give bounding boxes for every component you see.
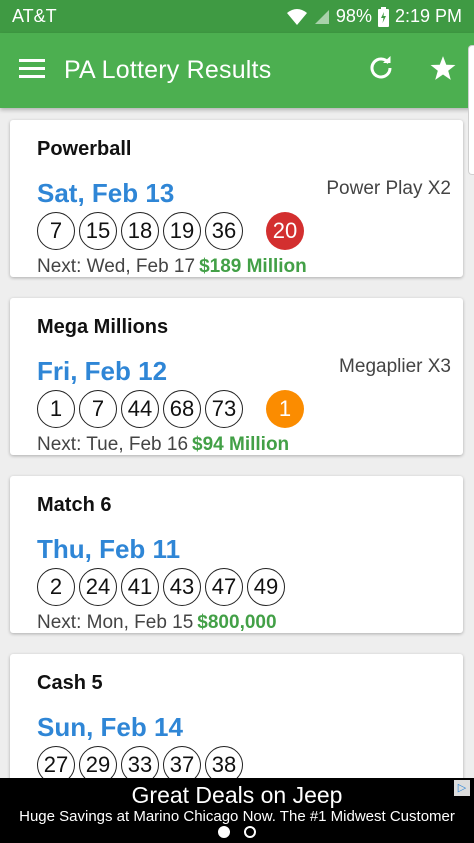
- multiplier-label: Megaplier X3: [339, 356, 451, 377]
- ad-body[interactable]: Huge Savings at Marino Chicago Now. The …: [0, 808, 474, 825]
- number-ball: 47: [205, 568, 243, 606]
- number-ball: 2: [37, 568, 75, 606]
- carrier-label: AT&T: [12, 6, 57, 26]
- battery-label: 98%: [335, 6, 372, 26]
- lottery-card-powerball[interactable]: Powerball Sat, Feb 13 Power Play X2 7 15…: [10, 120, 463, 277]
- menu-button[interactable]: [0, 33, 64, 108]
- lottery-card-match-6[interactable]: Match 6 Thu, Feb 11 2 24 41 43 47 49 Nex…: [10, 476, 463, 633]
- powerball-ball: 20: [266, 212, 304, 250]
- draw-date: Sun, Feb 14: [37, 712, 183, 742]
- number-ball: 44: [121, 390, 159, 428]
- number-ball: 43: [163, 568, 201, 606]
- number-ball: 37: [163, 746, 201, 778]
- number-ball: 29: [79, 746, 117, 778]
- status-icons: 98% 2:19 PM: [286, 6, 462, 27]
- winning-numbers: 7 15 18 19 36 20: [37, 212, 304, 250]
- clock-label: 2:19 PM: [394, 6, 462, 26]
- number-ball: 19: [163, 212, 201, 250]
- number-ball: 73: [205, 390, 243, 428]
- next-draw-date: Next: Mon, Feb 15: [37, 612, 194, 633]
- app-title: PA Lottery Results: [64, 56, 272, 84]
- ad-banner[interactable]: Great Deals on Jeep Huge Savings at Mari…: [0, 778, 474, 843]
- app-bar: PA Lottery Results: [0, 33, 474, 108]
- multiplier-label: Power Play X2: [326, 178, 451, 199]
- status-bar: AT&T 98% 2:19 PM: [0, 0, 474, 33]
- draw-date: Thu, Feb 11: [37, 534, 181, 564]
- number-ball: 41: [121, 568, 159, 606]
- number-ball: 15: [79, 212, 117, 250]
- hamburger-menu-icon: [19, 58, 45, 83]
- favorites-button[interactable]: [412, 33, 474, 108]
- number-ball: 18: [121, 212, 159, 250]
- game-title: Cash 5: [37, 672, 103, 694]
- ad-choices-icon[interactable]: ▷: [454, 780, 470, 796]
- next-draw: Next: Tue, Feb 16 $94 Million: [37, 434, 289, 456]
- game-title: Mega Millions: [37, 316, 169, 338]
- lottery-card-cash-5[interactable]: Cash 5 Sun, Feb 14 27 29 33 37 38: [10, 654, 463, 778]
- battery-icon: [377, 6, 389, 27]
- number-ball: 33: [121, 746, 159, 778]
- game-title: Powerball: [37, 138, 132, 160]
- next-draw-date: Next: Tue, Feb 16: [37, 434, 189, 455]
- next-draw: Next: Mon, Feb 15 $800,000: [37, 612, 277, 634]
- refresh-icon: [369, 56, 393, 85]
- megaball-ball: 1: [266, 390, 304, 428]
- next-draw: Next: Wed, Feb 17 $189 Million: [37, 256, 307, 278]
- number-ball: 7: [37, 212, 75, 250]
- number-ball: 49: [247, 568, 285, 606]
- lottery-card-mega-millions[interactable]: Mega Millions Fri, Feb 12 Megaplier X3 1…: [10, 298, 463, 455]
- next-draw-date: Next: Wed, Feb 17: [37, 256, 196, 277]
- winning-numbers: 1 7 44 68 73 1: [37, 390, 304, 428]
- number-ball: 68: [163, 390, 201, 428]
- winning-numbers: 27 29 33 37 38: [37, 746, 243, 778]
- wifi-icon: [286, 8, 308, 26]
- number-ball: 24: [79, 568, 117, 606]
- ad-title[interactable]: Great Deals on Jeep: [0, 782, 474, 809]
- edge-panel-handle[interactable]: [468, 45, 474, 175]
- jackpot-amount: $800,000: [197, 612, 277, 633]
- ad-page-dot[interactable]: [244, 826, 256, 838]
- number-ball: 38: [205, 746, 243, 778]
- draw-date: Sat, Feb 13: [37, 178, 175, 208]
- number-ball: 27: [37, 746, 75, 778]
- draw-date: Fri, Feb 12: [37, 356, 168, 386]
- number-ball: 1: [37, 390, 75, 428]
- star-icon: [430, 55, 456, 86]
- jackpot-amount: $94 Million: [192, 434, 290, 455]
- winning-numbers: 2 24 41 43 47 49: [37, 568, 285, 606]
- refresh-button[interactable]: [350, 33, 412, 108]
- ad-page-dot-active[interactable]: [218, 826, 230, 838]
- jackpot-amount: $189 Million: [199, 256, 307, 277]
- ad-pager: [0, 826, 474, 838]
- number-ball: 36: [205, 212, 243, 250]
- number-ball: 7: [79, 390, 117, 428]
- signal-icon: [314, 9, 330, 25]
- results-list: Powerball Sat, Feb 13 Power Play X2 7 15…: [0, 108, 474, 778]
- game-title: Match 6: [37, 494, 112, 516]
